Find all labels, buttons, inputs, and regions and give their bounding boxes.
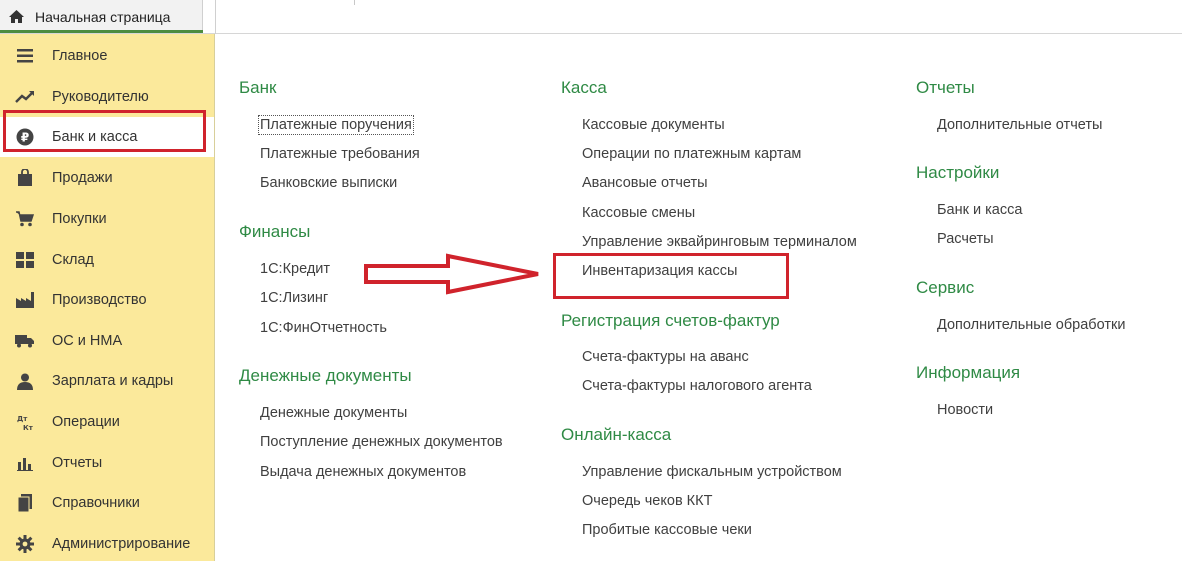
sidebar-item-salary-hr[interactable]: Зарплата и кадры — [0, 361, 214, 401]
svg-text:Дт: Дт — [17, 415, 28, 423]
sidebar-item-purchases[interactable]: Покупки — [0, 199, 214, 239]
sidebar-item-label: Администрирование — [52, 536, 191, 552]
sidebar-item-label: Справочники — [52, 495, 140, 511]
link-bank-statements[interactable]: Банковские выписки — [260, 175, 397, 191]
section-title-cash: Касса — [561, 78, 607, 97]
sidebar-item-label: Продажи — [52, 170, 113, 186]
link-1c-finreport[interactable]: 1С:ФинОтчетность — [260, 320, 387, 336]
shopping-bag-icon — [15, 168, 35, 188]
sidebar-item-fixed-assets[interactable]: ОС и НМА — [0, 321, 214, 361]
section-title-settings: Настройки — [916, 163, 1000, 182]
link-settlements[interactable]: Расчеты — [937, 231, 994, 247]
svg-text:Кт: Кт — [23, 424, 34, 431]
sidebar-item-label: Склад — [52, 252, 94, 268]
tab-home-label: Начальная страница — [35, 8, 171, 25]
gear-icon — [15, 534, 35, 554]
section-title-money-documents: Денежные документы — [239, 366, 412, 385]
link-advance-invoices[interactable]: Счета-фактуры на аванс — [582, 349, 749, 365]
link-payment-orders[interactable]: Платежные поручения — [258, 115, 414, 135]
sidebar-item-label: Отчеты — [52, 455, 103, 471]
panel-divider — [215, 0, 216, 34]
sidebar-item-label: ОС и НМА — [52, 333, 123, 349]
sidebar-item-operations[interactable]: Дт Кт Операции — [0, 402, 214, 442]
tab-separator — [354, 0, 355, 5]
link-additional-reports[interactable]: Дополнительные отчеты — [937, 117, 1102, 133]
tab-home[interactable]: Начальная страница — [0, 0, 203, 33]
link-acquiring-terminal[interactable]: Управление эквайринговым терминалом — [582, 234, 857, 250]
annotation-highlight-cash-inventory — [553, 253, 789, 299]
section-title-reports: Отчеты — [916, 78, 975, 97]
trend-up-icon — [15, 87, 35, 107]
bar-chart-icon — [15, 453, 35, 473]
warehouse-grid-icon — [15, 250, 35, 270]
sidebar-item-reports[interactable]: Отчеты — [0, 443, 214, 483]
section-title-bank: Банк — [239, 78, 277, 97]
factory-icon — [15, 290, 35, 310]
link-additional-processing[interactable]: Дополнительные обработки — [937, 317, 1125, 333]
annotation-arrow-icon — [364, 253, 539, 295]
link-advance-reports[interactable]: Авансовые отчеты — [582, 175, 708, 191]
section-title-invoice-registration: Регистрация счетов-фактур — [561, 311, 780, 330]
link-cash-documents[interactable]: Кассовые документы — [582, 117, 725, 133]
link-money-docs-issue[interactable]: Выдача денежных документов — [260, 464, 466, 480]
sidebar-item-production[interactable]: Производство — [0, 280, 214, 320]
link-printed-receipts[interactable]: Пробитые кассовые чеки — [582, 522, 752, 538]
sidebar-item-directories[interactable]: Справочники — [0, 483, 214, 523]
person-icon — [15, 371, 35, 391]
sidebar-item-administration[interactable]: Администрирование — [0, 524, 214, 564]
link-money-documents[interactable]: Денежные документы — [260, 405, 407, 421]
sidebar-item-sales[interactable]: Продажи — [0, 158, 214, 198]
link-tax-agent-invoices[interactable]: Счета-фактуры налогового агента — [582, 378, 812, 394]
active-tab-indicator — [0, 30, 203, 33]
menu-lines-icon — [15, 46, 35, 66]
truck-icon — [15, 331, 35, 351]
debit-credit-icon: Дт Кт — [15, 412, 35, 432]
books-icon — [15, 493, 35, 513]
link-1c-leasing[interactable]: 1С:Лизинг — [260, 290, 328, 306]
section-title-service: Сервис — [916, 278, 975, 297]
annotation-highlight-sidebar — [3, 110, 206, 152]
sidebar-item-label: Зарплата и кадры — [52, 373, 174, 389]
section-title-finance: Финансы — [239, 222, 311, 241]
cart-icon — [15, 209, 35, 229]
sidebar-item-label: Покупки — [52, 211, 107, 227]
sidebar-item-label: Производство — [52, 292, 147, 308]
link-cash-shifts[interactable]: Кассовые смены — [582, 205, 695, 221]
link-settings-bank-and-cash[interactable]: Банк и касса — [937, 202, 1022, 218]
link-kkt-receipt-queue[interactable]: Очередь чеков ККТ — [582, 493, 712, 509]
top-tab-bar: Начальная страница — [0, 0, 1182, 34]
link-card-operations[interactable]: Операции по платежным картам — [582, 146, 801, 162]
sidebar-item-label: Руководителю — [52, 89, 149, 105]
sidebar-item-label: Операции — [52, 414, 120, 430]
home-icon — [8, 9, 25, 24]
sidebar-item-main[interactable]: Главное — [0, 36, 214, 76]
link-1c-credit[interactable]: 1С:Кредит — [260, 261, 330, 277]
link-fiscal-device[interactable]: Управление фискальным устройством — [582, 464, 842, 480]
sidebar-item-label: Главное — [52, 48, 108, 64]
link-news[interactable]: Новости — [937, 402, 993, 418]
link-money-docs-receipt[interactable]: Поступление денежных документов — [260, 434, 503, 450]
section-title-online-cash: Онлайн-касса — [561, 425, 672, 444]
sidebar-item-warehouse[interactable]: Склад — [0, 240, 214, 280]
section-title-information: Информация — [916, 363, 1021, 382]
link-payment-requests[interactable]: Платежные требования — [260, 146, 420, 162]
